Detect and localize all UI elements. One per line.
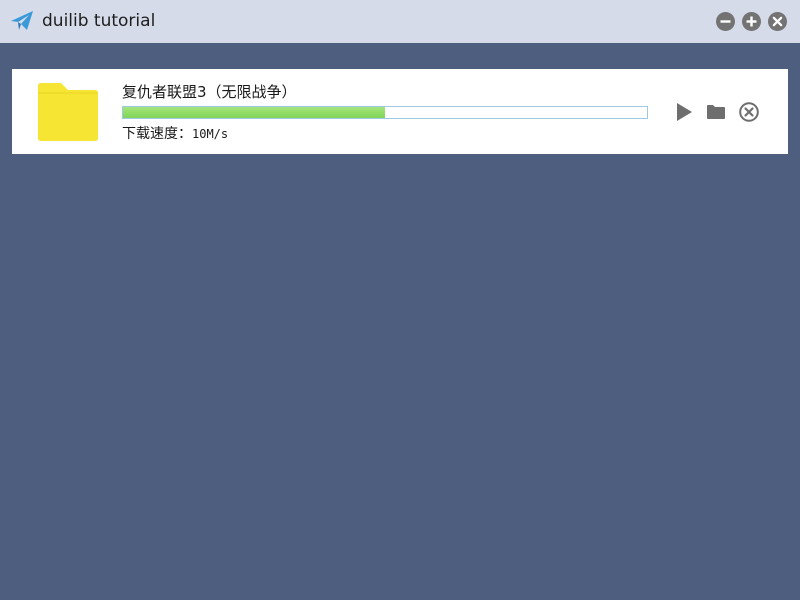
play-button[interactable] [674, 102, 694, 122]
minimize-button[interactable] [716, 12, 735, 31]
app-window: duilib tutorial 复仇者联盟3（无限战争） 下载速度：10M/s [0, 0, 800, 600]
open-folder-button[interactable] [706, 102, 726, 122]
paper-plane-icon [10, 10, 34, 32]
download-progress-bar [122, 106, 648, 119]
title-bar[interactable]: duilib tutorial [0, 0, 800, 43]
cancel-icon [739, 102, 759, 122]
close-icon [768, 12, 787, 31]
folder-icon [37, 81, 98, 142]
progress-fill [123, 107, 385, 118]
download-speed: 下载速度：10M/s [122, 125, 228, 143]
window-title: duilib tutorial [42, 11, 156, 31]
open-folder-icon [707, 105, 725, 119]
download-item: 复仇者联盟3（无限战争） 下载速度：10M/s [12, 69, 788, 154]
play-icon [677, 103, 692, 121]
close-button[interactable] [768, 12, 787, 31]
speed-value: 10M/s [192, 127, 229, 141]
maximize-button[interactable] [742, 12, 761, 31]
minimize-icon [716, 12, 735, 31]
cancel-button[interactable] [739, 102, 759, 122]
speed-label: 下载速度： [122, 126, 192, 142]
maximize-icon [742, 12, 761, 31]
file-name: 复仇者联盟3（无限战争） [122, 83, 297, 101]
